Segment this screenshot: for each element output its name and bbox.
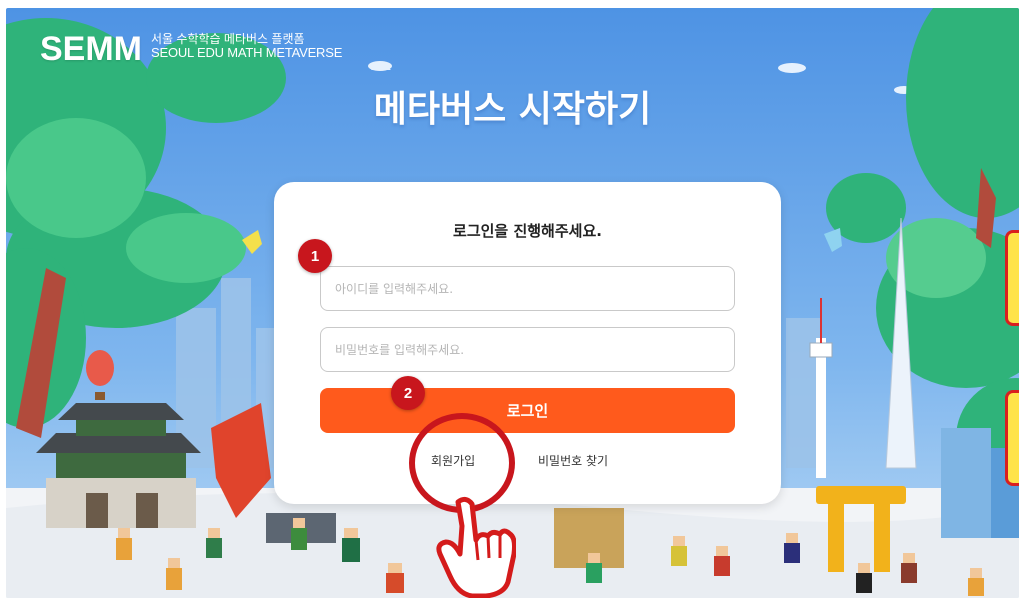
user-id-input[interactable] bbox=[320, 266, 735, 311]
find-password-link[interactable]: 비밀번호 찾기 bbox=[538, 452, 608, 469]
login-button[interactable]: 로그인 bbox=[320, 388, 735, 433]
step-2-marker: 2 bbox=[391, 376, 425, 410]
password-input[interactable] bbox=[320, 327, 735, 372]
login-card-title: 로그인을 진행해주세요. bbox=[453, 222, 602, 240]
semm-logo: SEMM bbox=[40, 30, 142, 68]
logo-subtitle: 서울 수학학습 메타버스 플랫폼 SEOUL EDU MATH METAVERS… bbox=[151, 33, 342, 59]
pointing-hand-icon bbox=[436, 496, 516, 598]
app-frame: SEMM 서울 수학학습 메타버스 플랫폼 SEOUL EDU MATH MET… bbox=[6, 8, 1019, 598]
step-1-marker: 1 bbox=[298, 239, 332, 273]
side-tab-top[interactable] bbox=[1005, 230, 1019, 326]
page-title: 메타버스 시작하기 bbox=[373, 89, 652, 130]
login-card: 로그인을 진행해주세요. 로그인 회원가입 비밀번호 찾기 bbox=[274, 182, 781, 504]
logo-subtitle-english: SEOUL EDU MATH METAVERSE bbox=[151, 44, 343, 60]
side-tab-bottom[interactable] bbox=[1005, 390, 1019, 486]
logo-subtitle-korean: 서울 수학학습 메타버스 플랫폼 bbox=[151, 32, 305, 46]
